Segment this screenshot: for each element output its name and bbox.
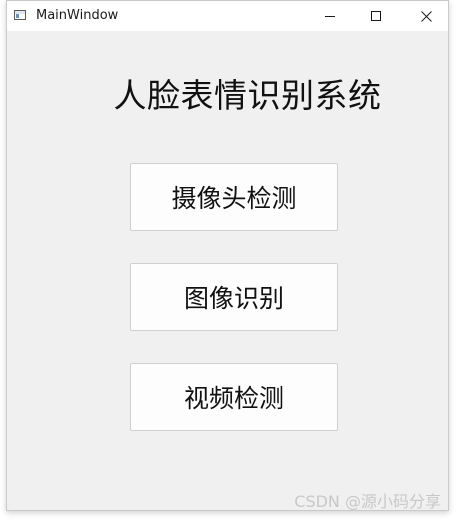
close-icon (420, 10, 432, 22)
image-recognition-button[interactable]: 图像识别 (130, 263, 338, 331)
minimize-icon (325, 16, 335, 17)
app-window-icon (14, 10, 26, 20)
page-title: 人脸表情识别系统 (113, 76, 382, 115)
main-window: MainWindow 人脸表情识别系统 摄像头检测 图像识别 视频检测 (6, 0, 449, 511)
window-title: MainWindow (36, 8, 119, 23)
csdn-watermark: CSDN @源小码分享 (294, 492, 441, 511)
close-button[interactable] (403, 1, 449, 31)
minimize-button[interactable] (307, 1, 353, 31)
camera-detection-button[interactable]: 摄像头检测 (130, 163, 338, 231)
title-bar[interactable]: MainWindow (7, 1, 448, 31)
video-detection-button[interactable]: 视频检测 (130, 363, 338, 431)
maximize-button[interactable] (353, 1, 399, 31)
maximize-icon (371, 11, 381, 21)
